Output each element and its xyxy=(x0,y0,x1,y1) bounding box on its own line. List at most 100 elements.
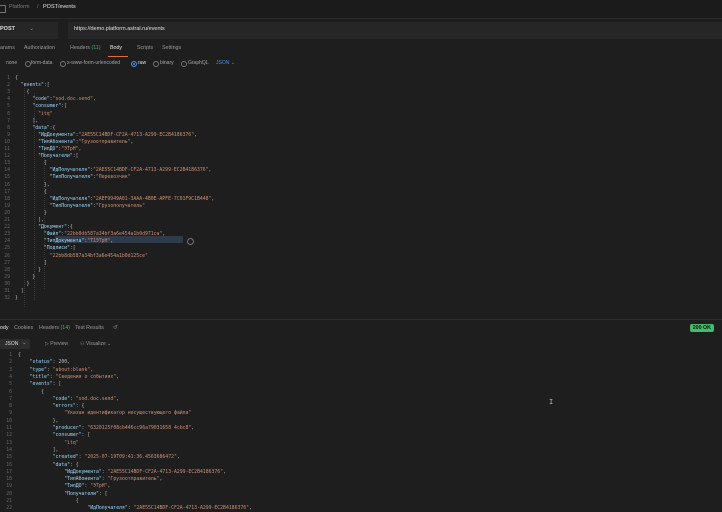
line-number: 13 xyxy=(4,161,10,167)
response-line: "ТипАбонента": "Грузоотправитель", xyxy=(64,477,163,483)
line-number: 18 xyxy=(6,477,12,483)
radio-graphql[interactable] xyxy=(181,61,187,67)
response-line: "ИдПолучателя": "2AE55C14BDF-CF2A-4713-A… xyxy=(87,506,252,512)
chevron-down-icon: ⌄ xyxy=(22,340,27,346)
line-number: 1 xyxy=(7,76,10,81)
radio-urlencoded[interactable] xyxy=(60,61,66,67)
line-number: 13 xyxy=(6,440,12,446)
tab-body[interactable]: Body xyxy=(110,45,122,51)
line-number: 27 xyxy=(4,260,10,266)
option-graphql[interactable]: GraphQL xyxy=(188,60,209,66)
tab-headers[interactable]: Headers (11) xyxy=(70,45,101,51)
tab-cookies[interactable]: Cookies xyxy=(14,325,33,331)
line-number: 11 xyxy=(6,426,12,431)
radio-binary[interactable] xyxy=(153,61,159,67)
option-binary[interactable]: binary xyxy=(160,60,174,66)
line-number: 25 xyxy=(4,246,10,252)
chevron-down-icon: ⌄ xyxy=(29,26,35,32)
response-line: "ТипДО": "ЭТрН", xyxy=(64,484,111,490)
line-number: 9 xyxy=(9,411,12,417)
request-body-editor[interactable]: 1 {2 "events":[3 {4 "code":"sod.doc.send"… xyxy=(0,73,722,317)
option-form-data[interactable]: form-data xyxy=(31,60,52,66)
line-number: 5 xyxy=(7,104,10,110)
response-line: "errors": { xyxy=(52,404,85,410)
tab-response-headers[interactable]: Headers (14) xyxy=(39,325,70,331)
code-line: "Файл":"22bb8db587a34bf3a6e454a1b0d971ca… xyxy=(43,232,166,238)
preview-button[interactable]: ▷ Preview xyxy=(45,341,68,347)
code-line: { xyxy=(15,76,18,81)
response-tabs: ody Cookies Headers (14) Test Results ↺ xyxy=(0,324,722,336)
response-line: { xyxy=(18,389,44,395)
code-line: "ИдПолучателя":"2AE55C14BDF-CF2A-4713-A2… xyxy=(49,168,212,174)
response-line: "status": 200, xyxy=(29,360,71,366)
response-toolbar: JSON ⌄ ▷ Preview ⚇ Visualize ⌄ xyxy=(0,339,722,350)
option-raw[interactable]: raw xyxy=(138,60,146,66)
line-number: 2 xyxy=(7,83,10,89)
breadcrumb-current: POST/events xyxy=(43,4,76,10)
line-number: 18 xyxy=(4,196,10,202)
tab-response-body[interactable]: ody xyxy=(0,325,9,331)
code-line: "Подписи":[ xyxy=(43,246,76,252)
code-line: "ИдДокумента":"2AE55C14BDF-CF2A-4713-A29… xyxy=(38,132,197,138)
tab-response-headers-count: (14) xyxy=(60,325,70,331)
code-line: "Документ":{ xyxy=(38,225,73,231)
response-format-select[interactable]: JSON ⌄ xyxy=(0,339,30,349)
line-number: 21 xyxy=(6,499,12,504)
line-number: 7 xyxy=(7,118,10,124)
code-line: ], xyxy=(15,218,44,223)
body-options: none form-data x-www-form-urlencoded raw… xyxy=(0,59,722,69)
tab-params[interactable]: arams xyxy=(0,45,15,51)
line-number: 19 xyxy=(4,203,10,209)
radio-raw[interactable] xyxy=(131,61,137,67)
code-line: ] xyxy=(15,260,47,266)
code-line: "Получатели":[ xyxy=(38,154,79,160)
line-number: 20 xyxy=(6,491,12,497)
line-number: 1 xyxy=(9,353,12,358)
line-number: 17 xyxy=(6,469,12,475)
tab-settings[interactable]: Settings xyxy=(162,45,181,51)
history-icon[interactable]: ↺ xyxy=(113,325,117,331)
method-select[interactable]: POST ⌄ xyxy=(0,22,58,39)
line-number: 2 xyxy=(9,360,12,366)
option-none[interactable]: none xyxy=(6,60,17,66)
tab-headers-count: (11) xyxy=(91,45,101,51)
line-number: 12 xyxy=(4,154,10,160)
code-line: } xyxy=(15,296,18,302)
code-line: "consumer":[ xyxy=(32,104,67,110)
code-line: } xyxy=(15,274,36,280)
tab-authorization[interactable]: Authorization xyxy=(24,45,55,51)
tab-response-headers-label: Headers xyxy=(39,325,60,331)
breadcrumb-parent[interactable]: Platform xyxy=(9,4,29,10)
tab-scripts[interactable]: Scripts xyxy=(137,45,153,51)
pane-divider[interactable] xyxy=(0,319,722,320)
response-body-viewer[interactable]: 1 {2 "status": 200, 3 "type": "about:blank… xyxy=(0,352,722,512)
line-number: 7 xyxy=(9,396,12,402)
line-number: 3 xyxy=(9,367,12,373)
code-line: { xyxy=(15,189,47,195)
response-line: }, xyxy=(18,418,59,424)
code-line: "itq" xyxy=(38,111,53,117)
response-line: "producer": "6320125f08cb446cc96a7903165… xyxy=(52,426,195,431)
response-line: "title": "Сведения о событиях", xyxy=(29,374,120,380)
line-number: 32 xyxy=(4,296,10,302)
line-number: 10 xyxy=(6,418,12,424)
line-number: 30 xyxy=(4,281,10,287)
tab-test-results[interactable]: Test Results xyxy=(75,325,104,331)
code-line: "data":{ xyxy=(32,125,56,131)
url-input[interactable]: https://demo.platform.astral.ru/events xyxy=(68,22,722,39)
line-number: 6 xyxy=(9,389,12,395)
code-line: { xyxy=(15,161,47,167)
response-line: "itq" xyxy=(64,440,79,446)
line-number: 21 xyxy=(4,218,10,223)
option-urlencoded[interactable]: x-www-form-urlencoded xyxy=(67,60,120,66)
response-line: ], xyxy=(18,447,59,453)
line-number: 22 xyxy=(4,225,10,231)
preview-label: Preview xyxy=(50,341,69,347)
body-format-select[interactable]: JSON ⌄ xyxy=(216,60,235,66)
response-line: "code": "sod.doc.send", xyxy=(52,396,120,402)
visualize-button[interactable]: ⚇ Visualize ⌄ xyxy=(80,341,111,347)
line-number: 6 xyxy=(7,111,10,117)
line-number: 28 xyxy=(4,267,10,273)
line-number: 15 xyxy=(6,455,12,461)
code-line: ] xyxy=(15,289,24,294)
